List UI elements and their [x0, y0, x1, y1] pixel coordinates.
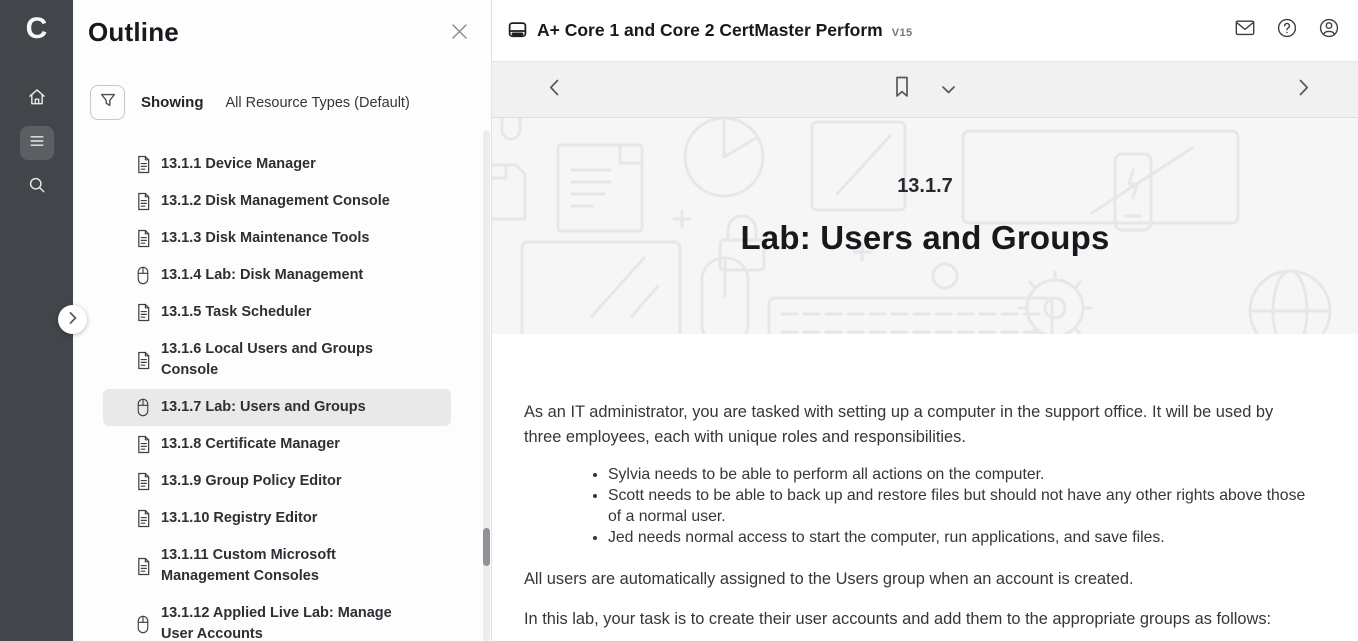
chevron-right-icon — [1299, 79, 1309, 101]
outline-item-label: 13.1.9 Group Policy Editor — [161, 471, 342, 492]
close-outline-button[interactable] — [449, 24, 469, 44]
outline-item-label: 13.1.4 Lab: Disk Management — [161, 265, 363, 286]
document-icon — [136, 192, 152, 211]
outline-panel: Outline Showing All Resource Types (Defa… — [73, 0, 492, 641]
requirement-item: Scott needs to be able to back up and re… — [608, 485, 1314, 527]
mail-icon — [1234, 17, 1256, 44]
outline-item-label: 13.1.7 Lab: Users and Groups — [161, 397, 366, 418]
account-icon — [1318, 17, 1340, 44]
outline-item-label: 13.1.12 Applied Live Lab: Manage User Ac… — [161, 603, 419, 641]
filter-button[interactable] — [90, 85, 125, 120]
document-icon — [136, 155, 152, 174]
app-window: C Outline — [0, 0, 1358, 641]
outline-item[interactable]: 13.1.8 Certificate Manager — [103, 426, 451, 463]
outline-item[interactable]: 13.1.1 Device Manager — [103, 146, 451, 183]
document-icon — [136, 229, 152, 248]
help-icon — [1276, 17, 1298, 44]
task-paragraph: In this lab, your task is to create thei… — [524, 607, 1314, 632]
outline-item-label: 13.1.5 Task Scheduler — [161, 302, 311, 323]
outline-item[interactable]: 13.1.10 Registry Editor — [103, 500, 451, 537]
outline-item-label: 13.1.1 Device Manager — [161, 154, 316, 175]
mouse-icon — [136, 266, 152, 285]
outline-toggle-button[interactable] — [20, 126, 54, 160]
header-actions — [1234, 20, 1340, 42]
help-button[interactable] — [1276, 20, 1298, 42]
requirements-list: Sylvia needs to be able to perform all a… — [524, 464, 1314, 548]
course-version-badge: V15 — [892, 27, 913, 39]
menu-icon — [27, 131, 47, 156]
outline-scrollbar-thumb[interactable] — [483, 528, 490, 566]
intro-paragraph: As an IT administrator, you are tasked w… — [524, 400, 1314, 450]
lesson-title: Lab: Users and Groups — [492, 219, 1358, 257]
chevron-left-icon — [549, 79, 559, 101]
showing-label: Showing — [141, 94, 204, 111]
document-icon — [136, 351, 152, 370]
outline-item-label: 13.1.6 Local Users and Groups Console — [161, 339, 419, 381]
outline-item[interactable]: 13.1.9 Group Policy Editor — [103, 463, 451, 500]
search-button[interactable] — [20, 170, 54, 204]
rail-nav — [20, 82, 54, 204]
home-button[interactable] — [20, 82, 54, 116]
outline-item[interactable]: 13.1.3 Disk Maintenance Tools — [103, 220, 451, 257]
brand-logo: C — [26, 10, 48, 48]
requirement-item: Jed needs normal access to start the com… — [608, 527, 1314, 548]
lesson-content: As an IT administrator, you are tasked w… — [524, 400, 1314, 632]
outline-header: Outline — [73, 0, 491, 48]
chevron-right-icon — [69, 311, 77, 329]
document-icon — [136, 472, 152, 491]
outline-list: 13.1.1 Device Manager 13.1.2 Disk Manage… — [73, 146, 491, 641]
lesson-number: 13.1.7 — [492, 175, 1358, 198]
lesson-scroll-area[interactable]: 13.1.7 Lab: Users and Groups As an IT ad… — [492, 118, 1358, 641]
lesson-toolbar — [492, 62, 1358, 118]
previous-page-button[interactable] — [540, 76, 568, 104]
outline-item[interactable]: 13.1.12 Applied Live Lab: Manage User Ac… — [103, 595, 451, 641]
bookmark-group — [888, 76, 962, 104]
document-icon — [136, 557, 152, 576]
outline-item-selected[interactable]: 13.1.7 Lab: Users and Groups — [103, 389, 451, 426]
mouse-icon — [136, 398, 152, 417]
outline-item-label: 13.1.8 Certificate Manager — [161, 434, 340, 455]
chevron-down-icon — [942, 81, 955, 99]
lesson-hero-banner: 13.1.7 Lab: Users and Groups — [492, 118, 1358, 334]
funnel-icon — [99, 91, 117, 114]
course-header: A+ Core 1 and Core 2 CertMaster Perform … — [492, 0, 1358, 62]
account-button[interactable] — [1318, 20, 1340, 42]
outline-item[interactable]: 13.1.2 Disk Management Console — [103, 183, 451, 220]
home-icon — [27, 87, 47, 112]
outline-item[interactable]: 13.1.11 Custom Microsoft Management Cons… — [103, 537, 451, 595]
outline-item[interactable]: 13.1.5 Task Scheduler — [103, 294, 451, 331]
outline-item-label: 13.1.10 Registry Editor — [161, 508, 317, 529]
outline-item-label: 13.1.2 Disk Management Console — [161, 191, 390, 212]
course-title: A+ Core 1 and Core 2 CertMaster Perform — [537, 20, 883, 41]
next-page-button[interactable] — [1290, 76, 1318, 104]
note-paragraph: All users are automatically assigned to … — [524, 567, 1314, 592]
outline-scrollbar-track[interactable] — [483, 130, 490, 641]
filter-value: All Resource Types (Default) — [226, 95, 410, 111]
outline-item[interactable]: 13.1.6 Local Users and Groups Console — [103, 331, 451, 389]
course-book-icon — [507, 20, 528, 41]
document-icon — [136, 303, 152, 322]
outline-item-label: 13.1.3 Disk Maintenance Tools — [161, 228, 369, 249]
mouse-icon — [136, 615, 152, 634]
panel-collapse-handle[interactable] — [58, 305, 87, 334]
close-icon — [451, 23, 468, 45]
outline-item-label: 13.1.11 Custom Microsoft Management Cons… — [161, 545, 419, 587]
document-icon — [136, 435, 152, 454]
bookmark-menu-button[interactable] — [934, 76, 962, 104]
main-area: A+ Core 1 and Core 2 CertMaster Perform … — [492, 0, 1358, 641]
messages-button[interactable] — [1234, 20, 1256, 42]
bookmark-button[interactable] — [888, 76, 916, 104]
outline-title: Outline — [88, 16, 179, 48]
filter-row: Showing All Resource Types (Default) — [90, 85, 491, 120]
search-icon — [27, 175, 47, 200]
bookmark-icon — [893, 76, 911, 103]
outline-item[interactable]: 13.1.4 Lab: Disk Management — [103, 257, 451, 294]
requirement-item: Sylvia needs to be able to perform all a… — [608, 464, 1314, 485]
document-icon — [136, 509, 152, 528]
